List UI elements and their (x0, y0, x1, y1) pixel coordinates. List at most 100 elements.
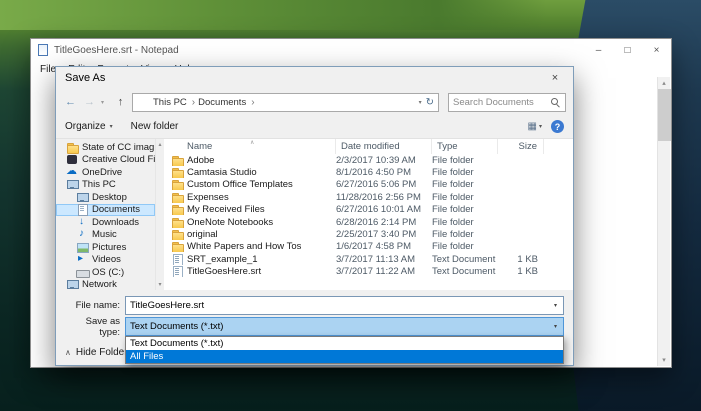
file-list-rows: Adobe 2/3/2017 10:39 AM File folder Camt… (164, 154, 573, 290)
sidebar-item[interactable]: OS (C:) (56, 266, 155, 279)
file-icon (171, 229, 184, 241)
hide-folders-button[interactable]: ∧ Hide Folders (65, 347, 133, 358)
file-row[interactable]: Camtasia Studio 8/1/2016 4:50 PM File fo… (164, 166, 573, 179)
file-name-cell: My Received Files (164, 204, 336, 216)
scroll-up-icon[interactable]: ▴ (658, 77, 670, 89)
sidebar-item[interactable]: This PC (56, 179, 155, 192)
search-input[interactable] (453, 96, 550, 108)
notepad-titlebar[interactable]: TitleGoesHere.srt - Notepad – □ × (31, 39, 671, 61)
file-list: NameDate modifiedTypeSize Adobe 2/3/2017… (164, 139, 573, 290)
file-type-cell: File folder (432, 154, 474, 166)
file-date-cell: 3/7/2017 11:13 AM (336, 253, 416, 265)
file-type-option[interactable]: All Files (126, 350, 563, 363)
sidebar-item-icon (76, 204, 89, 216)
minimize-button[interactable]: – (584, 39, 613, 61)
sidebar-item[interactable]: Documents (56, 203, 155, 216)
scroll-down-icon[interactable]: ▾ (658, 354, 670, 366)
notepad-scrollbar[interactable]: ▴ ▾ (657, 77, 671, 366)
file-date-cell: 1/6/2017 4:58 PM (336, 241, 411, 253)
file-name-cell: TitleGoesHere.srt (164, 266, 336, 278)
sidebar-item[interactable]: Creative Cloud Fil (56, 154, 155, 167)
file-row[interactable]: original 2/25/2017 3:40 PM File folder (164, 228, 573, 241)
dialog-titlebar[interactable]: Save As × (56, 67, 573, 89)
sidebar-item-icon (76, 242, 89, 253)
up-button[interactable]: ↑ (113, 96, 128, 108)
file-row[interactable]: Adobe 2/3/2017 10:39 AM File folder (164, 154, 573, 166)
sidebar-item[interactable]: State of CC imag (56, 141, 155, 154)
address-bar[interactable]: This PC Documents ▾ ↻ (132, 92, 439, 112)
breadcrumb-item[interactable]: Documents (198, 97, 254, 108)
file-icon (171, 266, 184, 278)
maximize-button[interactable]: □ (613, 39, 642, 61)
sidebar-item-icon (66, 279, 79, 290)
navigation-bar: ← → ▾ ↑ This PC Documents ▾ ↻ (56, 89, 573, 115)
sidebar-item-label: Music (92, 229, 117, 241)
dialog-toolbar: Organize ▾ New folder ▦ ▾ ? (56, 115, 573, 139)
file-name-cell: original (164, 229, 336, 241)
column-header[interactable]: Name (164, 139, 336, 154)
sidebar-item[interactable]: Desktop (56, 191, 155, 204)
file-name-combobox[interactable]: ▾ (125, 296, 564, 315)
chevron-down-icon: ▾ (109, 124, 113, 130)
organize-button[interactable]: Organize ▾ (65, 121, 113, 132)
file-date-cell: 8/1/2016 4:50 PM (336, 167, 411, 179)
navigation-pane: State of CC imag Creative Cloud Fil OneD… (56, 139, 164, 290)
sidebar-item-icon (76, 229, 89, 240)
column-header[interactable]: Size (498, 139, 544, 154)
sidebar-item-label: Desktop (92, 191, 127, 203)
file-row[interactable]: My Received Files 6/27/2016 10:01 AM Fil… (164, 204, 573, 216)
refresh-icon[interactable]: ↻ (426, 97, 434, 108)
new-folder-button[interactable]: New folder (131, 121, 179, 132)
file-row[interactable]: Custom Office Templates 6/27/2016 5:06 P… (164, 179, 573, 191)
file-icon (171, 204, 184, 216)
sidebar-item[interactable]: Pictures (56, 241, 155, 254)
sidebar-item[interactable]: Downloads (56, 216, 155, 229)
sidebar-item[interactable]: Music (56, 229, 155, 242)
chevron-down-icon: ▾ (538, 124, 542, 130)
file-icon (171, 217, 184, 228)
sidebar-item-icon (66, 179, 79, 190)
file-name-label: File name: (75, 300, 120, 311)
chevron-down-icon[interactable]: ▾ (548, 318, 563, 335)
save-as-type-label: Save as type: (85, 315, 120, 338)
breadcrumb-item[interactable]: This PC (153, 97, 195, 108)
file-row[interactable]: SRT_example_1 3/7/2017 11:13 AM Text Doc… (164, 253, 573, 265)
file-type-cell: File folder (432, 167, 474, 179)
back-button[interactable]: ← (63, 96, 78, 108)
column-header[interactable]: Date modified (336, 139, 432, 154)
chevron-down-icon[interactable]: ▾ (548, 297, 563, 314)
file-row[interactable]: OneNote Notebooks 6/28/2016 2:14 PM File… (164, 216, 573, 228)
file-row[interactable]: Expenses 11/28/2016 2:56 PM File folder (164, 191, 573, 203)
view-options-button[interactable]: ▦ ▾ (528, 121, 542, 132)
search-box[interactable] (448, 92, 566, 112)
scrollbar-thumb[interactable] (657, 89, 671, 141)
sidebar-item[interactable]: OneDrive (56, 166, 155, 179)
dialog-close-button[interactable]: × (537, 67, 573, 89)
close-button[interactable]: × (642, 39, 671, 61)
file-type-cell: File folder (432, 179, 474, 191)
sidebar-item-icon (66, 154, 79, 165)
sidebar-item-label: Network (82, 279, 117, 290)
file-list-header: NameDate modifiedTypeSize (164, 139, 573, 154)
file-row[interactable]: White Papers and How Tos 1/6/2017 4:58 P… (164, 241, 573, 253)
sidebar-item-label: Pictures (92, 241, 127, 253)
column-header[interactable]: Type (432, 139, 498, 154)
sidebar-item-label: Creative Cloud Fil (82, 154, 155, 166)
help-button[interactable]: ? (551, 120, 564, 133)
file-date-cell: 3/7/2017 11:22 AM (336, 266, 416, 278)
file-row[interactable]: TitleGoesHere.srt 3/7/2017 11:22 AM Text… (164, 266, 573, 278)
sidebar-item[interactable]: Network (56, 279, 155, 290)
file-type-option[interactable]: Text Documents (*.txt) (126, 337, 563, 350)
scroll-up-icon[interactable]: ▴ (158, 139, 161, 150)
file-name-cell: White Papers and How Tos (164, 241, 336, 253)
scroll-down-icon[interactable]: ▾ (158, 279, 161, 290)
forward-button[interactable]: → (82, 96, 97, 108)
file-name-input[interactable] (126, 300, 548, 311)
sidebar-item[interactable]: Videos (56, 254, 155, 267)
sidebar-item-icon (66, 166, 79, 178)
address-history-icon[interactable]: ▾ (419, 99, 422, 106)
sidebar-scrollbar[interactable]: ▴ ▾ (155, 139, 164, 290)
chevron-right-icon (249, 97, 254, 108)
save-as-type-combobox[interactable]: Text Documents (*.txt) ▾ (125, 317, 564, 336)
recent-locations-icon[interactable]: ▾ (101, 99, 109, 106)
